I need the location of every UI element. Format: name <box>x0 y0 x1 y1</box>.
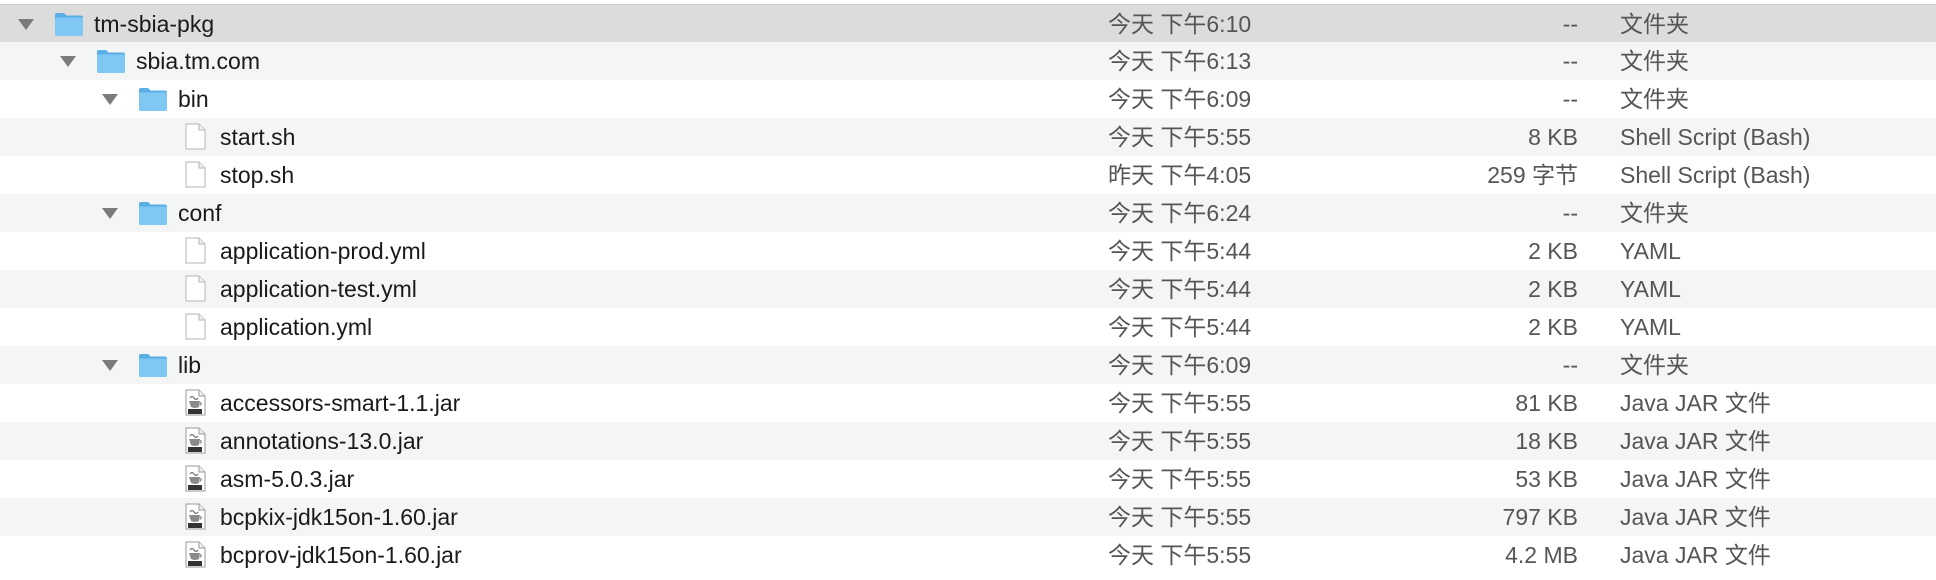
date-modified: 今天 下午6:09 <box>1108 352 1252 378</box>
disclosure-triangle-icon[interactable] <box>60 56 76 67</box>
list-item[interactable]: sbia.tm.com 今天 下午6:13 -- 文件夹 <box>0 42 1936 80</box>
file-kind: Java JAR 文件 <box>1620 466 1771 492</box>
document-icon <box>180 123 210 150</box>
date-modified: 今天 下午5:55 <box>1108 504 1252 530</box>
list-item[interactable]: asm-5.0.3.jar 今天 下午5:55 53 KB Java JAR 文件 <box>0 460 1936 498</box>
item-name: stop.sh <box>220 162 295 188</box>
jar-file-icon <box>180 465 210 492</box>
item-name: application.yml <box>220 314 373 340</box>
list-item[interactable]: lib 今天 下午6:09 -- 文件夹 <box>0 346 1936 384</box>
date-modified: 今天 下午5:55 <box>1108 542 1252 568</box>
date-modified: 今天 下午5:44 <box>1108 276 1252 302</box>
disclosure-triangle-icon[interactable] <box>102 94 118 105</box>
disclosure-triangle-icon[interactable] <box>102 360 118 371</box>
date-modified: 昨天 下午4:05 <box>1108 162 1252 188</box>
file-kind: 文件夹 <box>1620 200 1689 226</box>
date-modified: 今天 下午5:44 <box>1108 314 1252 340</box>
list-item[interactable]: application.yml 今天 下午5:44 2 KB YAML <box>0 308 1936 346</box>
date-modified: 今天 下午5:55 <box>1108 390 1252 416</box>
file-size: 81 KB <box>1515 390 1578 416</box>
file-kind: YAML <box>1620 238 1681 264</box>
item-name: lib <box>178 352 202 378</box>
disclosure-triangle-icon[interactable] <box>102 208 118 219</box>
file-size: -- <box>1562 86 1578 112</box>
file-kind: 文件夹 <box>1620 48 1689 74</box>
date-modified: 今天 下午5:55 <box>1108 124 1252 150</box>
jar-file-icon <box>180 389 210 416</box>
list-item[interactable]: application-prod.yml 今天 下午5:44 2 KB YAML <box>0 232 1936 270</box>
item-name: sbia.tm.com <box>136 48 260 74</box>
jar-file-icon <box>180 427 210 454</box>
file-size: 259 字节 <box>1487 162 1578 188</box>
file-kind: Shell Script (Bash) <box>1620 124 1811 150</box>
file-kind: 文件夹 <box>1620 352 1689 378</box>
item-name: tm-sbia-pkg <box>94 11 215 37</box>
file-kind: Java JAR 文件 <box>1620 390 1771 416</box>
folder-icon <box>138 199 168 226</box>
jar-file-icon <box>180 541 210 568</box>
disclosure-triangle-icon[interactable] <box>18 19 34 30</box>
file-size: -- <box>1562 200 1578 226</box>
folder-icon <box>96 47 126 74</box>
document-icon <box>180 237 210 264</box>
list-item[interactable]: accessors-smart-1.1.jar 今天 下午5:55 81 KB Jav… <box>0 384 1936 422</box>
file-size: -- <box>1562 48 1578 74</box>
date-modified: 今天 下午5:55 <box>1108 428 1252 454</box>
item-name: bin <box>178 86 209 112</box>
list-item[interactable]: tm-sbia-pkg 今天 下午6:10 -- 文件夹 <box>0 4 1936 42</box>
date-modified: 今天 下午6:24 <box>1108 200 1252 226</box>
jar-file-icon <box>180 503 210 530</box>
file-size: 2 KB <box>1528 276 1578 302</box>
file-list: tm-sbia-pkg 今天 下午6:10 -- 文件夹 sbia.tm.com 今天 … <box>0 0 1936 580</box>
list-item[interactable]: bin 今天 下午6:09 -- 文件夹 <box>0 80 1936 118</box>
file-kind: YAML <box>1620 276 1681 302</box>
item-name: bcpkix-jdk15on-1.60.jar <box>220 504 458 530</box>
date-modified: 今天 下午6:09 <box>1108 86 1252 112</box>
date-modified: 今天 下午5:44 <box>1108 238 1252 264</box>
file-kind: Java JAR 文件 <box>1620 542 1771 568</box>
list-item[interactable]: start.sh 今天 下午5:55 8 KB Shell Script (Bash) <box>0 118 1936 156</box>
file-size: 53 KB <box>1515 466 1578 492</box>
file-size: 2 KB <box>1528 238 1578 264</box>
document-icon <box>180 313 210 340</box>
file-kind: 文件夹 <box>1620 86 1689 112</box>
item-name: bcprov-jdk15on-1.60.jar <box>220 542 462 568</box>
file-size: 797 KB <box>1502 504 1578 530</box>
list-item[interactable]: application-test.yml 今天 下午5:44 2 KB YAML <box>0 270 1936 308</box>
list-item[interactable]: annotations-13.0.jar 今天 下午5:55 18 KB Java J… <box>0 422 1936 460</box>
date-modified: 今天 下午6:10 <box>1108 11 1252 37</box>
file-size: 2 KB <box>1528 314 1578 340</box>
file-size: 4.2 MB <box>1505 542 1578 568</box>
file-kind: Java JAR 文件 <box>1620 504 1771 530</box>
list-item[interactable]: stop.sh 昨天 下午4:05 259 字节 Shell Script (Bash… <box>0 156 1936 194</box>
document-icon <box>180 161 210 188</box>
date-modified: 今天 下午5:55 <box>1108 466 1252 492</box>
file-size: 8 KB <box>1528 124 1578 150</box>
item-name: start.sh <box>220 124 296 150</box>
file-kind: Shell Script (Bash) <box>1620 162 1811 188</box>
item-name: application-test.yml <box>220 276 417 302</box>
file-size: -- <box>1562 352 1578 378</box>
list-item[interactable]: conf 今天 下午6:24 -- 文件夹 <box>0 194 1936 232</box>
item-name: accessors-smart-1.1.jar <box>220 390 461 416</box>
file-size: 18 KB <box>1515 428 1578 454</box>
item-name: conf <box>178 200 222 226</box>
folder-icon <box>138 351 168 378</box>
file-kind: Java JAR 文件 <box>1620 428 1771 454</box>
file-kind: 文件夹 <box>1620 11 1689 37</box>
item-name: annotations-13.0.jar <box>220 428 424 454</box>
list-item[interactable]: bcpkix-jdk15on-1.60.jar 今天 下午5:55 797 KB Ja… <box>0 498 1936 536</box>
list-item[interactable]: bcprov-jdk15on-1.60.jar 今天 下午5:55 4.2 MB Ja… <box>0 536 1936 574</box>
document-icon <box>180 275 210 302</box>
folder-icon <box>54 10 84 37</box>
file-size: -- <box>1562 11 1578 37</box>
folder-icon <box>138 85 168 112</box>
item-name: application-prod.yml <box>220 238 426 264</box>
file-kind: YAML <box>1620 314 1681 340</box>
item-name: asm-5.0.3.jar <box>220 466 355 492</box>
date-modified: 今天 下午6:13 <box>1108 48 1252 74</box>
